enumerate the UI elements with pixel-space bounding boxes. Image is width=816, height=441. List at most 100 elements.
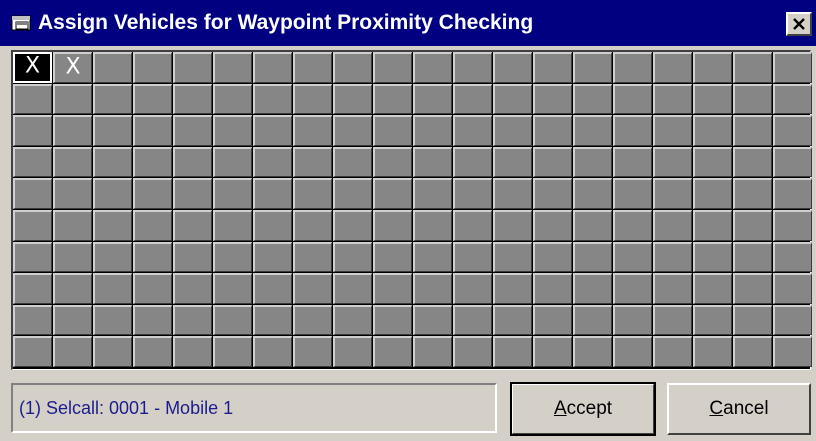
grid-cell[interactable]	[533, 210, 572, 241]
grid-cell[interactable]	[333, 241, 372, 273]
grid-cell[interactable]	[653, 146, 692, 178]
grid-cell[interactable]	[733, 115, 772, 146]
grid-cell[interactable]	[493, 178, 532, 209]
grid-cell[interactable]	[653, 273, 692, 304]
grid-cell[interactable]	[53, 304, 92, 336]
grid-cell[interactable]	[733, 241, 772, 273]
grid-cell[interactable]	[613, 210, 652, 241]
grid-cell[interactable]	[213, 52, 252, 83]
grid-cell[interactable]	[653, 178, 692, 209]
grid-cell[interactable]	[373, 304, 412, 336]
grid-cell[interactable]	[293, 210, 332, 241]
grid-cell[interactable]	[293, 146, 332, 178]
grid-cell[interactable]	[373, 273, 412, 304]
grid-cell[interactable]	[173, 178, 212, 209]
grid-cell[interactable]	[613, 304, 652, 336]
grid-cell[interactable]	[333, 336, 372, 367]
grid-cell[interactable]	[693, 273, 732, 304]
grid-cell[interactable]	[173, 115, 212, 146]
grid-cell[interactable]	[453, 146, 492, 178]
grid-cell[interactable]	[93, 273, 132, 304]
grid-cell[interactable]	[173, 52, 212, 83]
grid-cell[interactable]	[773, 52, 812, 83]
grid-cell[interactable]	[653, 210, 692, 241]
grid-cell[interactable]	[13, 178, 52, 209]
grid-cell[interactable]	[653, 52, 692, 83]
grid-cell[interactable]	[53, 210, 92, 241]
grid-cell[interactable]	[213, 146, 252, 178]
grid-cell[interactable]	[253, 83, 292, 115]
grid-cell[interactable]	[133, 178, 172, 209]
grid-cell[interactable]	[773, 83, 812, 115]
grid-cell[interactable]	[293, 83, 332, 115]
grid-cell[interactable]	[333, 115, 372, 146]
grid-cell[interactable]	[213, 178, 252, 209]
grid-cell[interactable]	[733, 273, 772, 304]
grid-cell[interactable]	[133, 304, 172, 336]
grid-cell[interactable]	[13, 273, 52, 304]
grid-cell[interactable]	[213, 336, 252, 367]
grid-cell[interactable]	[93, 304, 132, 336]
grid-cell[interactable]	[653, 241, 692, 273]
grid-cell[interactable]	[693, 115, 732, 146]
grid-cell[interactable]	[13, 146, 52, 178]
grid-cell[interactable]	[693, 304, 732, 336]
grid-cell[interactable]	[693, 52, 732, 83]
grid-cell[interactable]	[653, 304, 692, 336]
grid-cell[interactable]	[133, 273, 172, 304]
grid-cell[interactable]	[613, 178, 652, 209]
grid-cell[interactable]	[613, 52, 652, 83]
close-button[interactable]	[786, 12, 812, 36]
grid-cell[interactable]	[533, 83, 572, 115]
grid-cell[interactable]	[373, 210, 412, 241]
grid-cell[interactable]	[333, 273, 372, 304]
grid-cell[interactable]	[733, 146, 772, 178]
grid-cell[interactable]	[133, 210, 172, 241]
grid-cell[interactable]	[373, 146, 412, 178]
grid-cell[interactable]	[373, 178, 412, 209]
grid-cell[interactable]	[733, 336, 772, 367]
grid-cell[interactable]	[333, 83, 372, 115]
grid-cell[interactable]	[133, 241, 172, 273]
grid-cell[interactable]	[173, 241, 212, 273]
grid-cell[interactable]	[573, 336, 612, 367]
grid-cell[interactable]	[293, 115, 332, 146]
grid-cell[interactable]	[493, 146, 532, 178]
grid-cell[interactable]	[533, 146, 572, 178]
grid-cell[interactable]	[253, 241, 292, 273]
grid-cell[interactable]	[93, 83, 132, 115]
grid-cell[interactable]: X	[53, 52, 92, 83]
grid-cell[interactable]	[213, 273, 252, 304]
grid-cell[interactable]	[373, 52, 412, 83]
grid-cell[interactable]	[733, 83, 772, 115]
grid-cell[interactable]	[693, 146, 732, 178]
grid-cell[interactable]	[613, 115, 652, 146]
grid-cell[interactable]	[53, 115, 92, 146]
grid-cell[interactable]	[253, 210, 292, 241]
grid-cell[interactable]	[293, 52, 332, 83]
grid-cell[interactable]	[133, 83, 172, 115]
grid-cell[interactable]	[613, 83, 652, 115]
grid-cell[interactable]	[293, 241, 332, 273]
grid-cell[interactable]	[653, 83, 692, 115]
title-bar[interactable]: Assign Vehicles for Waypoint Proximity C…	[0, 0, 816, 46]
grid-cell[interactable]	[453, 178, 492, 209]
grid-cell[interactable]	[453, 304, 492, 336]
grid-cell[interactable]	[13, 83, 52, 115]
grid-cell[interactable]	[453, 273, 492, 304]
grid-cell[interactable]	[53, 336, 92, 367]
grid-cell[interactable]	[773, 336, 812, 367]
grid-cell[interactable]	[693, 241, 732, 273]
grid-cell[interactable]	[293, 304, 332, 336]
grid-cell[interactable]	[453, 336, 492, 367]
grid-cell[interactable]	[253, 146, 292, 178]
grid-cell[interactable]	[173, 146, 212, 178]
grid-cell[interactable]	[413, 241, 452, 273]
grid-cell[interactable]	[773, 241, 812, 273]
grid-cell[interactable]	[253, 273, 292, 304]
grid-cell[interactable]	[373, 83, 412, 115]
grid-cell[interactable]	[733, 210, 772, 241]
grid-cell[interactable]	[213, 115, 252, 146]
grid-cell[interactable]	[93, 115, 132, 146]
grid-cell[interactable]	[13, 304, 52, 336]
